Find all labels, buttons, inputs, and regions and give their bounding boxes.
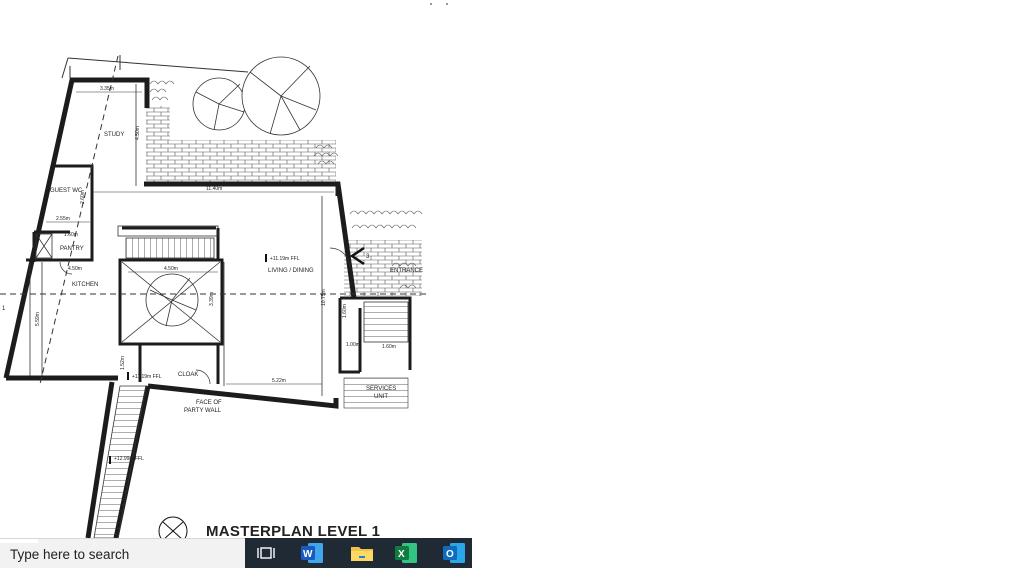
outlook-button[interactable]: O	[433, 538, 475, 568]
dim-stair-width: 4.50m	[164, 266, 178, 272]
dim-living-width: 5.22m	[272, 378, 286, 384]
dim-living-depth: 10.75m	[321, 289, 327, 306]
search-clip	[0, 539, 38, 543]
room-label-guest-wc: GUEST WC	[50, 188, 83, 194]
ffl-ramp: +12.99m FFL	[114, 456, 144, 462]
file-explorer-button[interactable]	[341, 538, 383, 568]
dim-core: 1.60m	[382, 344, 396, 350]
room-label-cloak: CLOAK	[178, 372, 198, 378]
ffl-living: +11.19m FFL	[270, 256, 300, 262]
dim-small-b: 1.00m	[346, 342, 360, 348]
folder-icon	[351, 547, 373, 561]
dim-guest-wc-depth: 2.60m	[80, 190, 86, 204]
room-label-services-1: SERVICES	[366, 386, 396, 392]
dim-study-depth: 4.50m	[135, 126, 141, 140]
task-view-button[interactable]	[245, 538, 287, 568]
dim-stair-depth: 3.39m	[209, 292, 215, 306]
svg-text:W: W	[303, 549, 313, 560]
word-icon: W	[301, 543, 323, 563]
label-party-wall-1: FACE OF	[196, 400, 222, 406]
outlook-icon: O	[443, 543, 465, 563]
room-label-services-2: UNIT	[374, 394, 388, 400]
dim-small-a: 1.60m	[342, 304, 348, 318]
floor-plan-drawing: STUDY GUEST WC PANTRY KITCHEN LIVING / D…	[0, 3, 448, 538]
word-button[interactable]: W	[291, 538, 333, 568]
dim-kitchen-depth: 5.59m	[35, 312, 41, 326]
drawing-title: MASTERPLAN LEVEL 1	[206, 523, 380, 538]
dim-overall-width: 11.40m	[206, 186, 222, 192]
taskbar-search-box[interactable]: Type here to search	[0, 538, 245, 568]
dim-cloak: 1.52m	[120, 356, 126, 370]
taskbar-apps: W X O	[245, 538, 472, 568]
excel-icon: X	[395, 543, 417, 563]
room-label-living: LIVING / DINING	[268, 268, 314, 274]
dim-guest-wc-width: 2.55m	[56, 216, 70, 222]
north-symbol	[158, 516, 188, 538]
room-label-kitchen: KITCHEN	[72, 282, 98, 288]
label-party-wall-2: PARTY WALL	[184, 408, 222, 414]
room-label-study: STUDY	[104, 132, 124, 138]
garden-umbrellas	[145, 56, 321, 327]
svg-text:O: O	[446, 549, 454, 560]
room-label-pantry: PANTRY	[60, 246, 84, 252]
ffl-cloak: +11.19m FFL	[132, 374, 162, 380]
dim-kitchen-width: 4.50m	[68, 266, 82, 272]
dim-study-width: 3.35m	[100, 86, 114, 92]
site-boundary	[61, 55, 249, 79]
section-line-label: 1	[2, 306, 6, 312]
dim-pantry-width: 1.60m	[64, 232, 78, 238]
excel-button[interactable]: X	[385, 538, 427, 568]
svg-text:X: X	[398, 549, 405, 560]
task-view-icon	[257, 547, 275, 559]
search-placeholder: Type here to search	[10, 547, 130, 562]
room-label-entrance: ENTRANCE	[390, 268, 423, 274]
